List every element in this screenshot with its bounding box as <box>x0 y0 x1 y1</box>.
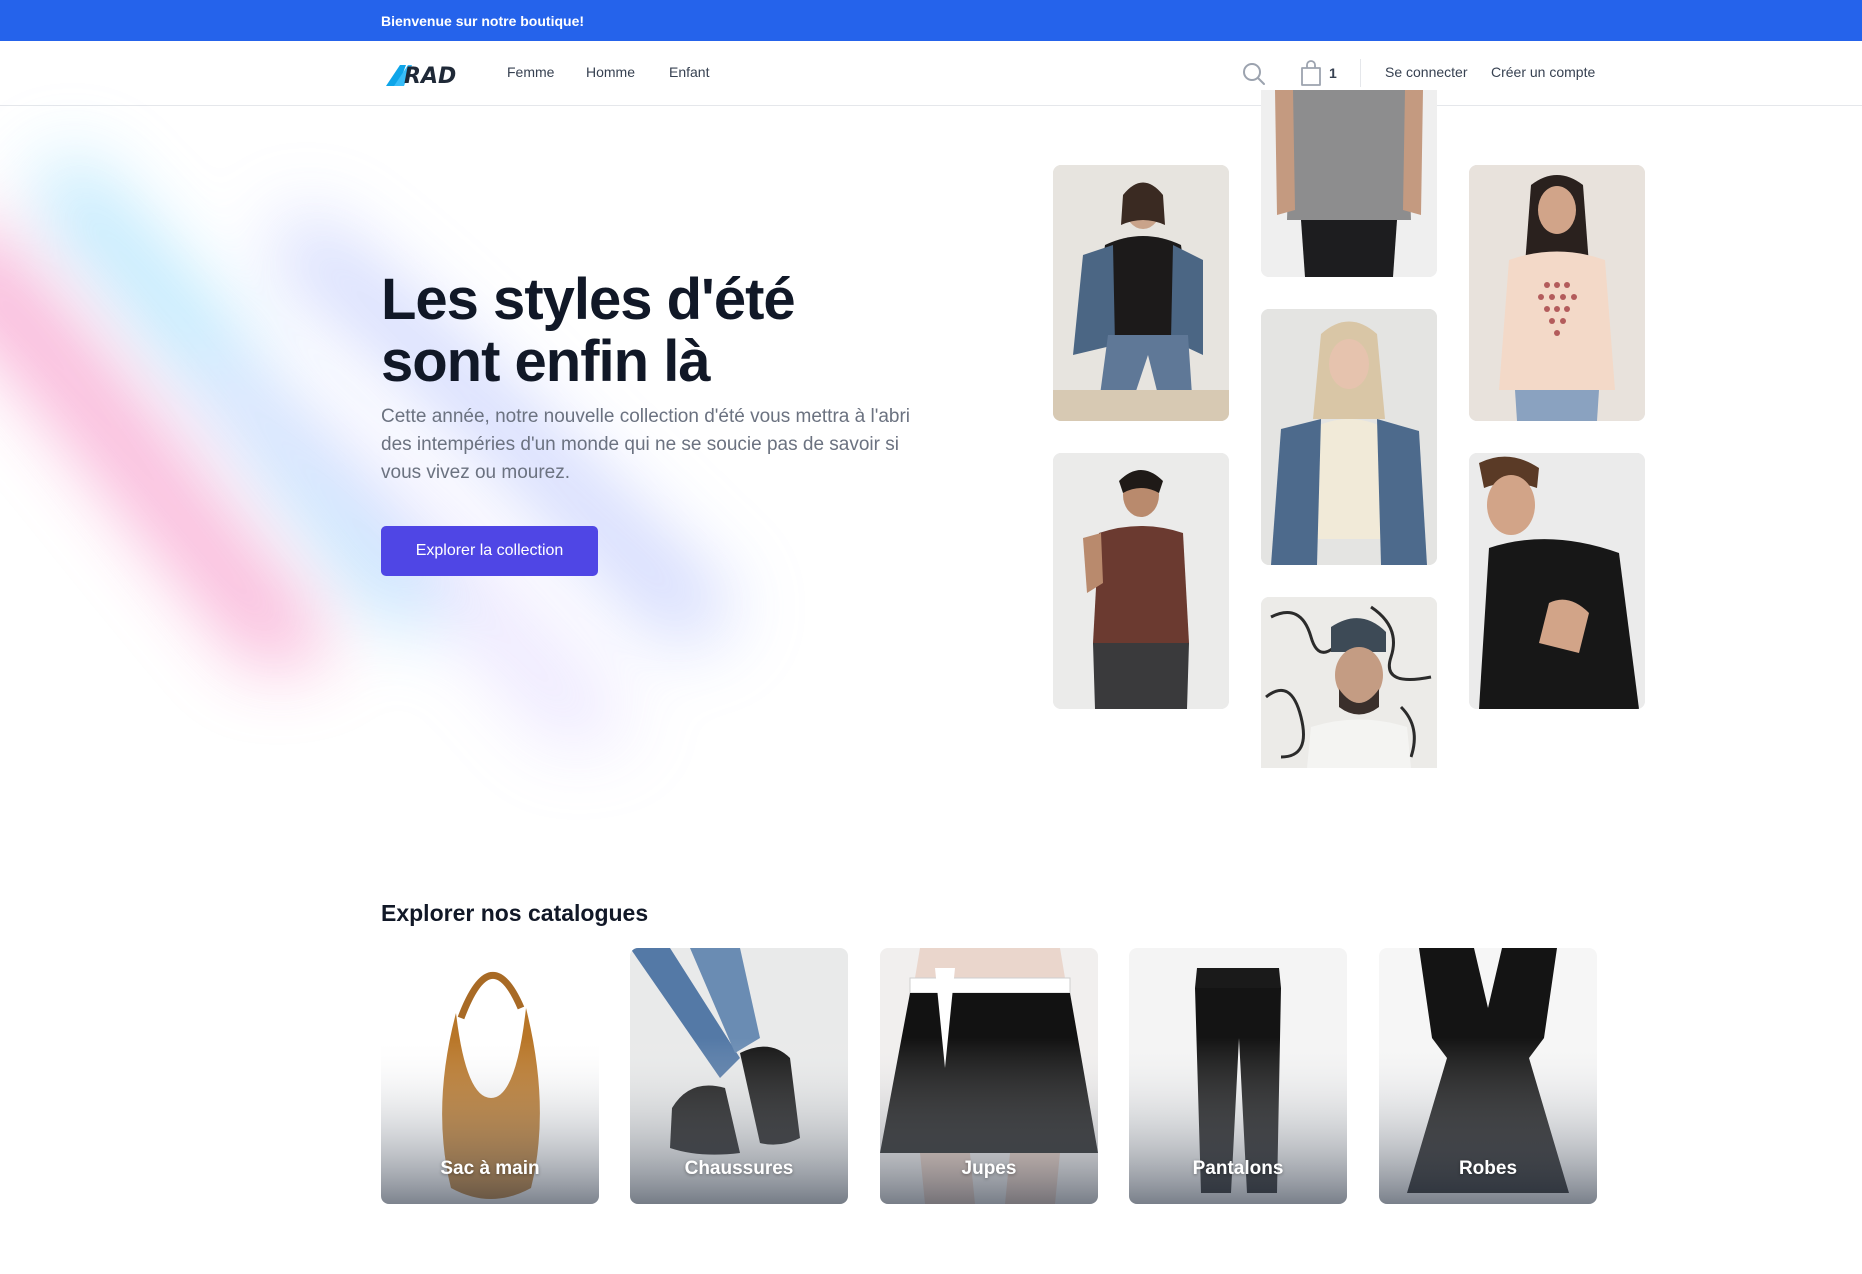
announcement-bar: Bienvenue sur notre boutique! <box>0 0 1862 41</box>
hero-photo-man-beanie <box>1261 597 1437 768</box>
hero-title-line-2: sont enfin là <box>381 329 711 394</box>
category-card-pantalons[interactable]: Pantalons <box>1129 948 1347 1204</box>
hero-description: Cette année, notre nouvelle collection d… <box>381 406 911 483</box>
cart-count[interactable]: 1 <box>1329 65 1337 81</box>
category-card-robes[interactable]: Robes <box>1379 948 1597 1204</box>
announcement-text: Bienvenue sur notre boutique! <box>381 13 585 29</box>
category-label: Sac à main <box>440 1158 540 1179</box>
hero-photo-grey-tshirt <box>1261 90 1437 277</box>
shopping-bag-icon[interactable] <box>1299 59 1323 87</box>
nav-link-femme[interactable]: Femme <box>507 64 554 80</box>
signup-link[interactable]: Créer un compte <box>1491 64 1595 80</box>
hero-photo-woman-blonde-denim <box>1261 309 1437 565</box>
hero-photo-man-black-tshirt <box>1469 453 1645 709</box>
logo-text: RAD <box>404 64 456 86</box>
explore-collection-button[interactable]: Explorer la collection <box>381 526 598 576</box>
main-navbar: RAD Femme Homme Enfant 1 Se connecter Cr… <box>0 41 1862 106</box>
category-label: Robes <box>1458 1158 1518 1179</box>
hero-title-line-1: Les styles d'été <box>381 267 796 332</box>
hero-photo-man-brown-tshirt <box>1053 453 1229 709</box>
nav-link-homme[interactable]: Homme <box>586 64 635 80</box>
hero-photo-woman-denim-jacket <box>1053 165 1229 421</box>
category-label: Chaussures <box>684 1158 794 1179</box>
login-link[interactable]: Se connecter <box>1385 64 1468 80</box>
search-icon[interactable] <box>1241 61 1267 87</box>
category-label: Jupes <box>961 1158 1017 1179</box>
category-label: Pantalons <box>1192 1158 1284 1179</box>
nav-divider <box>1360 59 1361 87</box>
nav-link-enfant[interactable]: Enfant <box>669 64 709 80</box>
hero-photo-woman-pink-tshirt <box>1469 165 1645 421</box>
category-card-jupes[interactable]: Jupes <box>880 948 1098 1204</box>
category-card-chaussures[interactable]: Chaussures <box>630 948 848 1204</box>
rad-logo[interactable]: RAD <box>386 62 468 89</box>
hero-title: Les styles d'été sont enfin là <box>381 269 941 393</box>
catalog-section-title: Explorer nos catalogues <box>381 900 649 926</box>
category-card-sac-a-main[interactable]: Sac à main <box>381 948 599 1204</box>
